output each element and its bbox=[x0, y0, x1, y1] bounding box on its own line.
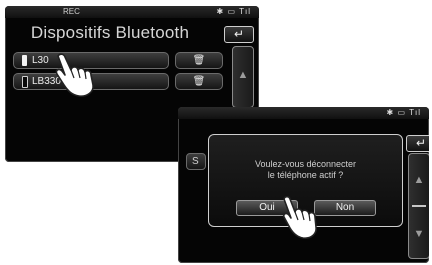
status-bar: REC ✱ ▭ Tıl bbox=[5, 6, 259, 18]
scroll-divider bbox=[412, 205, 426, 207]
device-button-partial: S bbox=[186, 153, 206, 170]
phone-icon bbox=[22, 76, 28, 88]
scroll-up-icon[interactable]: ▲ bbox=[233, 69, 253, 81]
scroll-up-icon[interactable]: ▲ bbox=[409, 174, 429, 186]
trash-icon: 🗑 bbox=[192, 55, 206, 66]
delete-device-button[interactable]: 🗑 bbox=[175, 52, 223, 69]
status-label: REC bbox=[63, 7, 80, 16]
back-button[interactable]: ↵ bbox=[224, 26, 254, 43]
phone-icon bbox=[22, 55, 27, 66]
no-button[interactable]: Non bbox=[314, 200, 376, 216]
status-icons: ✱ ▭ Tıl bbox=[386, 108, 421, 117]
page-title: Dispositifs Bluetooth bbox=[30, 23, 190, 42]
status-icons: ✱ ▭ Tıl bbox=[216, 7, 251, 16]
scrollbar[interactable]: ▲ ▼ bbox=[408, 153, 429, 259]
dialog-message: Voulez-vous déconnecter le téléphone act… bbox=[209, 159, 402, 181]
status-bar: ✱ ▭ Tıl bbox=[178, 107, 429, 119]
dialog-message-line1: Voulez-vous déconnecter bbox=[254, 159, 357, 169]
touch-hand-icon bbox=[283, 196, 317, 239]
device-row: LB330 🗑 bbox=[13, 73, 223, 90]
scrollbar[interactable]: ▲ bbox=[232, 46, 254, 108]
delete-device-button[interactable]: 🗑 bbox=[175, 73, 223, 90]
trash-icon: 🗑 bbox=[192, 76, 206, 87]
back-button[interactable]: ↵ bbox=[406, 135, 429, 152]
device-name: L30 bbox=[32, 55, 49, 66]
device-row: L30 🗑 bbox=[13, 52, 223, 69]
touch-hand-icon bbox=[55, 53, 94, 97]
scroll-down-icon[interactable]: ▼ bbox=[409, 228, 429, 240]
dialog-message-line2: le téléphone actif ? bbox=[267, 170, 344, 180]
